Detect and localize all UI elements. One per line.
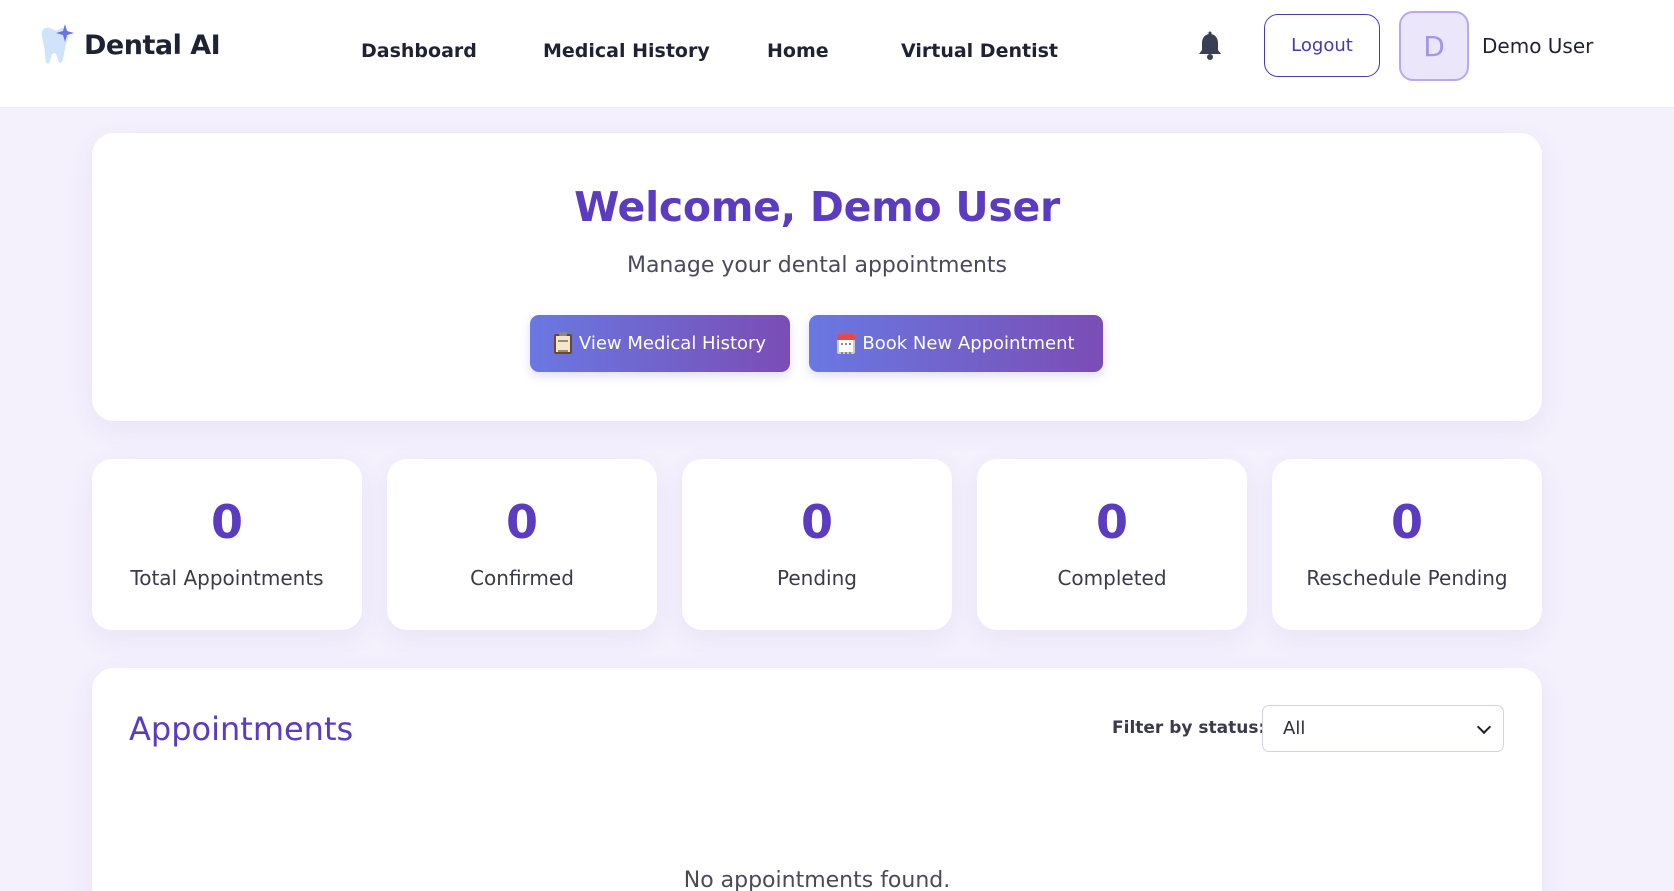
stat-label: Reschedule Pending: [1306, 566, 1508, 590]
avatar[interactable]: D: [1399, 11, 1469, 81]
stat-value: 0: [210, 495, 243, 549]
nav-virtual-dentist[interactable]: Virtual Dentist: [901, 40, 1058, 62]
user-name: Demo User: [1482, 34, 1594, 58]
tooth-sparkle-icon: [36, 22, 80, 68]
stat-card-pending: 0 Pending: [682, 459, 952, 630]
nav-home[interactable]: Home: [767, 40, 829, 62]
view-medical-history-label: View Medical History: [578, 333, 767, 354]
book-new-appointment-label: Book New Appointment: [862, 333, 1075, 354]
clipboard-icon: [553, 331, 572, 354]
stat-value: 0: [1095, 495, 1128, 549]
filter-status-label: Filter by status:: [1112, 718, 1266, 738]
brand-logo-link[interactable]: Dental AI: [36, 22, 221, 68]
nav-dashboard[interactable]: Dashboard: [361, 40, 477, 62]
stat-value: 0: [505, 495, 538, 549]
stat-label: Pending: [777, 566, 857, 590]
nav-medical-history[interactable]: Medical History: [543, 40, 710, 62]
view-medical-history-button[interactable]: View Medical History: [530, 315, 790, 372]
stat-label: Confirmed: [470, 566, 574, 590]
appointments-card: Appointments Filter by status: All No ap…: [92, 668, 1542, 891]
empty-appointments-message: No appointments found.: [683, 868, 951, 891]
stat-label: Total Appointments: [130, 566, 324, 590]
book-new-appointment-button[interactable]: Book New Appointment: [809, 315, 1103, 372]
welcome-subtitle: Manage your dental appointments: [626, 253, 1008, 278]
stat-card-total: 0 Total Appointments: [92, 459, 362, 630]
stat-value: 0: [800, 495, 833, 549]
welcome-title: Welcome, Demo User: [574, 183, 1060, 231]
stat-value: 0: [1390, 495, 1423, 549]
welcome-card: Welcome, Demo User Manage your dental ap…: [92, 133, 1542, 421]
chevron-down-icon: [1476, 719, 1492, 735]
filter-status-select[interactable]: All: [1262, 705, 1504, 752]
top-navbar: Dental AI Dashboard Medical History Home…: [0, 0, 1674, 108]
bell-icon[interactable]: [1197, 31, 1223, 61]
logout-button[interactable]: Logout: [1264, 14, 1380, 77]
calendar-icon: [837, 333, 856, 354]
appointments-title: Appointments: [129, 710, 354, 748]
brand-name: Dental AI: [84, 29, 221, 61]
stat-label: Completed: [1057, 566, 1167, 590]
stat-card-completed: 0 Completed: [977, 459, 1247, 630]
filter-status-value: All: [1283, 718, 1306, 739]
stat-card-confirmed: 0 Confirmed: [387, 459, 657, 630]
stat-card-reschedule-pending: 0 Reschedule Pending: [1272, 459, 1542, 630]
